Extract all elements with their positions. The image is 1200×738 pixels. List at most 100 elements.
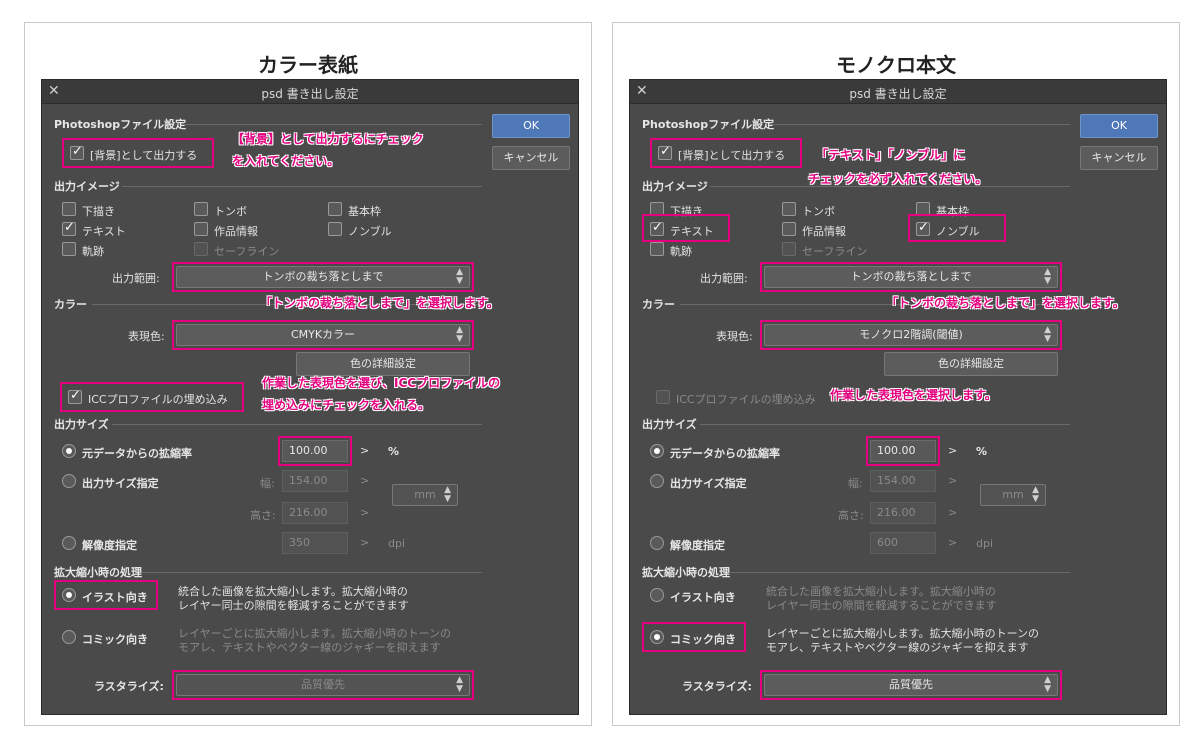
crop-marks-label: トンボ	[214, 205, 247, 218]
background-output-checkbox[interactable]	[70, 144, 84, 160]
color-mode-select[interactable]: CMYKカラー ▲ ▼	[176, 324, 470, 346]
dialog-title: psd 書き出し設定	[849, 87, 947, 101]
comic-mode-radio[interactable]	[650, 630, 664, 644]
icc-embed-checkbox[interactable]	[656, 390, 670, 404]
callout-note: 「トンボの裁ち落としまで」を選択します。	[260, 296, 499, 310]
nombre-checkbox[interactable]	[328, 222, 342, 236]
chevron-right-icon: >	[948, 474, 958, 487]
draft-label: 下描き	[82, 205, 115, 218]
color-mode-label: 表現色:	[128, 330, 165, 343]
comic-mode-radio[interactable]	[62, 630, 76, 644]
width-input[interactable]: 154.00	[282, 470, 348, 492]
work-info-checkbox[interactable]	[782, 222, 796, 236]
crop-marks-checkbox[interactable]	[194, 202, 208, 216]
illust-mode-label: イラスト向き	[670, 591, 736, 604]
illust-description-line2: レイヤー同士の隙間を軽減することができます	[178, 599, 409, 612]
rasterize-value: 品質優先	[301, 678, 345, 691]
panel-color-cover: カラー表紙 ✕ psd 書き出し設定 Photoshopファイル設定 [背景]と…	[24, 22, 592, 726]
updown-arrow-icon: ▲ ▼	[1044, 325, 1051, 344]
rasterize-select[interactable]: 品質優先 ▲ ▼	[176, 674, 470, 696]
basic-frame-label: 基本枠	[936, 205, 969, 218]
divider	[112, 424, 482, 425]
updown-arrow-icon: ▲ ▼	[444, 485, 451, 504]
unit-value: mm	[414, 488, 436, 501]
nombre-label: ノンブル	[348, 225, 392, 238]
chevron-right-icon: >	[948, 444, 958, 457]
ok-button[interactable]: OK	[1080, 114, 1158, 138]
height-input[interactable]: 216.00	[282, 502, 348, 524]
resolution-input[interactable]: 600	[870, 532, 936, 554]
cancel-button[interactable]: キャンセル	[492, 146, 570, 170]
text-checkbox[interactable]	[62, 220, 76, 236]
color-detail-button[interactable]: 色の詳細設定	[884, 352, 1058, 376]
safe-line-checkbox[interactable]	[782, 242, 796, 256]
trail-checkbox[interactable]	[650, 242, 664, 256]
cancel-button[interactable]: キャンセル	[1080, 146, 1158, 170]
background-output-checkbox[interactable]	[658, 144, 672, 160]
unit-select[interactable]: mm ▲ ▼	[980, 484, 1046, 506]
trail-label: 軌跡	[82, 245, 104, 258]
output-range-value: トンボの裁ち落としまで	[850, 270, 972, 283]
divider	[182, 124, 482, 125]
updown-arrow-icon: ▲ ▼	[1044, 267, 1051, 286]
work-info-checkbox[interactable]	[194, 222, 208, 236]
section-photoshop-settings: Photoshopファイル設定	[642, 118, 775, 131]
output-range-label: 出力範囲:	[700, 272, 748, 285]
output-range-select[interactable]: トンボの裁ち落としまで ▲ ▼	[176, 266, 470, 288]
work-info-label: 作品情報	[214, 225, 258, 238]
draft-checkbox[interactable]	[62, 202, 76, 216]
comic-description-line2: モアレ、テキストやベクター線のジャギーを抑えます	[766, 641, 1029, 654]
height-label: 高さ:	[838, 509, 864, 522]
text-label: テキスト	[82, 225, 126, 238]
safe-line-checkbox[interactable]	[194, 242, 208, 256]
icc-embed-checkbox[interactable]	[68, 388, 82, 404]
unit-select[interactable]: mm ▲ ▼	[392, 484, 458, 506]
chevron-right-icon: >	[360, 536, 370, 549]
work-info-label: 作品情報	[802, 225, 846, 238]
color-detail-button[interactable]: 色の詳細設定	[296, 352, 470, 376]
resolution-label: 解像度指定	[82, 539, 137, 552]
scale-label: 元データからの拡縮率	[670, 447, 780, 460]
scale-radio[interactable]	[650, 444, 664, 458]
draft-checkbox[interactable]	[650, 202, 664, 216]
callout-note: 埋め込みにチェックを入れる。	[262, 398, 431, 412]
color-mode-select[interactable]: モノクロ2階調(閾値) ▲ ▼	[764, 324, 1058, 346]
updown-arrow-icon: ▲ ▼	[456, 267, 463, 286]
psd-export-dialog: ✕ psd 書き出し設定 Photoshopファイル設定 [背景]として出力する…	[41, 79, 579, 715]
scale-radio[interactable]	[62, 444, 76, 458]
resolution-radio[interactable]	[650, 536, 664, 550]
dpi-unit: dpi	[976, 537, 994, 550]
updown-arrow-icon: ▲ ▼	[1032, 485, 1039, 504]
illust-mode-radio[interactable]	[62, 588, 76, 602]
chevron-right-icon: >	[948, 536, 958, 549]
section-output-image: 出力イメージ	[642, 180, 708, 193]
crop-marks-checkbox[interactable]	[782, 202, 796, 216]
callout-note: 【背景】として出力するにチェック	[232, 132, 424, 146]
nombre-checkbox[interactable]	[916, 220, 930, 236]
ok-button[interactable]: OK	[492, 114, 570, 138]
safe-line-label: セーフライン	[214, 245, 280, 258]
height-input[interactable]: 216.00	[870, 502, 936, 524]
output-range-select[interactable]: トンボの裁ち落としまで ▲ ▼	[764, 266, 1058, 288]
section-color: カラー	[54, 298, 87, 311]
callout-note: 「トンボの裁ち落としまで」を選択します。	[886, 296, 1125, 310]
scale-input[interactable]: 100.00	[870, 440, 936, 462]
basic-frame-checkbox[interactable]	[328, 202, 342, 216]
output-size-radio[interactable]	[62, 474, 76, 488]
basic-frame-checkbox[interactable]	[916, 202, 930, 216]
resolution-input[interactable]: 350	[282, 532, 348, 554]
callout-note: 作業した表現色を選択します。	[830, 388, 997, 402]
illust-mode-radio[interactable]	[650, 588, 664, 602]
section-color: カラー	[642, 298, 675, 311]
width-input[interactable]: 154.00	[870, 470, 936, 492]
resolution-radio[interactable]	[62, 536, 76, 550]
basic-frame-label: 基本枠	[348, 205, 381, 218]
scale-input[interactable]: 100.00	[282, 440, 348, 462]
trail-checkbox[interactable]	[62, 242, 76, 256]
draft-label: 下描き	[670, 205, 703, 218]
rasterize-select[interactable]: 品質優先 ▲ ▼	[764, 674, 1058, 696]
output-size-radio[interactable]	[650, 474, 664, 488]
text-checkbox[interactable]	[650, 220, 664, 236]
icc-embed-label: ICCプロファイルの埋め込み	[88, 393, 228, 406]
rasterize-value: 品質優先	[889, 678, 933, 691]
